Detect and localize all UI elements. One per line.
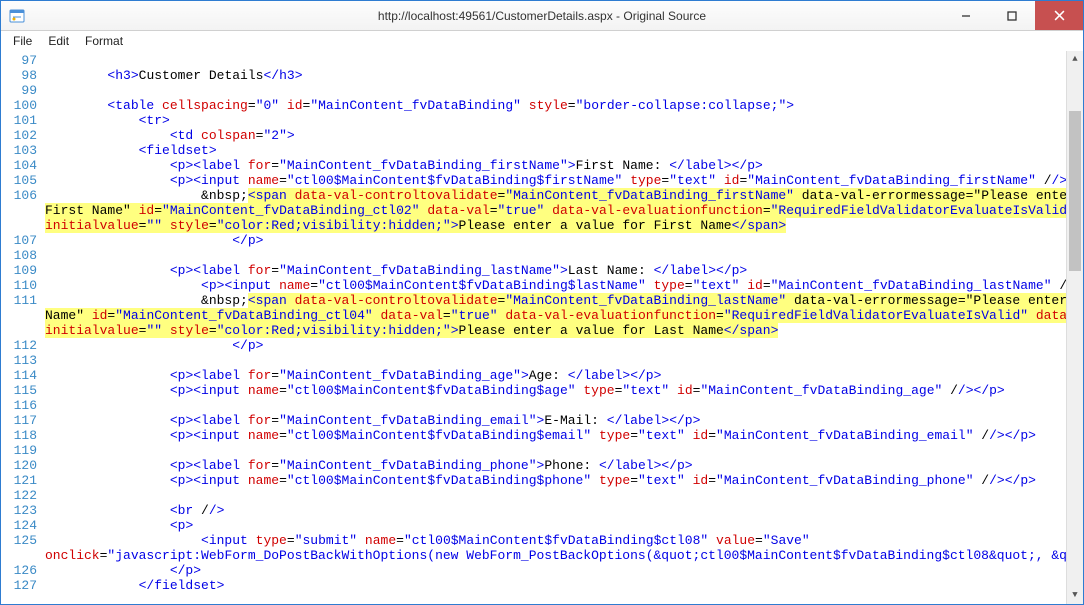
menu-file[interactable]: File <box>5 32 40 50</box>
source-editor: 9798991001011021031041051061071081091101… <box>1 51 1083 604</box>
app-icon <box>9 8 25 24</box>
line-number-gutter: 9798991001011021031041051061071081091101… <box>1 51 41 604</box>
scroll-thumb[interactable] <box>1069 111 1081 271</box>
menu-format[interactable]: Format <box>77 32 131 50</box>
minimize-button[interactable] <box>943 1 989 30</box>
code-area[interactable]: <h3>Customer Details</h3> <table cellspa… <box>41 51 1066 604</box>
maximize-button[interactable] <box>989 1 1035 30</box>
menu-edit[interactable]: Edit <box>40 32 77 50</box>
close-button[interactable] <box>1035 1 1083 30</box>
scroll-up-arrow[interactable]: ▲ <box>1067 51 1083 68</box>
scroll-down-arrow[interactable]: ▼ <box>1067 587 1083 604</box>
window-title: http://localhost:49561/CustomerDetails.a… <box>1 9 1083 23</box>
vertical-scrollbar[interactable]: ▲ ▼ <box>1066 51 1083 604</box>
window-controls <box>943 1 1083 30</box>
menubar: File Edit Format <box>1 31 1083 51</box>
titlebar: http://localhost:49561/CustomerDetails.a… <box>1 1 1083 31</box>
